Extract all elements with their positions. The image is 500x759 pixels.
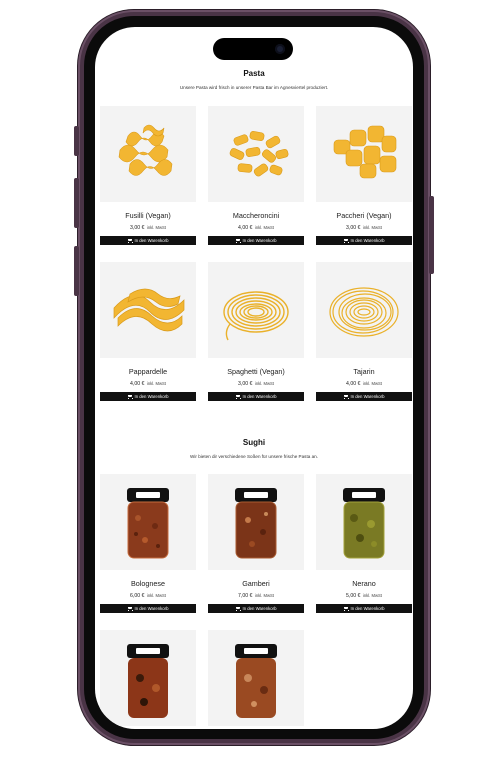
power-button [429,196,434,274]
product-card-paccheri[interactable]: Paccheri (Vegan) 3,00 € inkl. MwSt In de… [316,106,412,245]
add-to-cart-button[interactable]: In den Warenkorb [208,604,304,613]
product-card-spaghetti[interactable]: Spaghetti (Vegan) 3,00 € inkl. MwSt In d… [208,262,304,401]
gamberi-jar-image[interactable] [208,474,304,570]
product-name[interactable]: Maccheroncini [208,211,304,221]
product-card-fusilli[interactable]: Fusilli (Vegan) 3,00 € inkl. MwSt In den… [100,106,196,245]
product-name[interactable]: Paccheri (Vegan) [316,211,412,221]
dynamic-island [213,38,293,60]
add-to-cart-button[interactable]: In den Warenkorb [208,392,304,401]
add-to-cart-button[interactable]: In den Warenkorb [316,392,412,401]
spaghetti-image[interactable] [208,262,304,358]
product-name[interactable]: Fusilli (Vegan) [100,211,196,221]
product-card-nerano[interactable]: Nerano 5,00 € inkl. MwSt In den Warenkor… [316,474,412,613]
paccheri-image[interactable] [316,106,412,202]
product-price: 4,00 € inkl. MwSt [346,381,382,387]
add-to-cart-button[interactable]: In den Warenkorb [100,604,196,613]
volume-down-button [74,246,79,296]
product-price: 5,00 € inkl. MwSt [346,593,382,599]
cart-icon [343,238,349,243]
pappardelle-image[interactable] [100,262,196,358]
product-price: 3,00 € inkl. MwSt [130,225,166,231]
product-price: 6,00 € inkl. MwSt [130,593,166,599]
product-price: 3,00 € inkl. MwSt [238,381,274,387]
pasta-section-title: Pasta [243,69,265,78]
product-price: 4,00 € inkl. MwSt [130,381,166,387]
product-name[interactable]: Gamberi [208,579,304,589]
product-name[interactable]: Tajarin [316,367,412,377]
nerano-jar-image[interactable] [316,474,412,570]
product-card-sauce-5[interactable] [208,630,304,726]
mute-switch [74,126,79,156]
product-card-sauce-4[interactable] [100,630,196,726]
cart-icon [343,394,349,399]
product-price: 3,00 € inkl. MwSt [346,225,382,231]
add-to-cart-button[interactable]: In den Warenkorb [100,236,196,245]
product-card-gamberi[interactable]: Gamberi 7,00 € inkl. MwSt In den Warenko… [208,474,304,613]
volume-up-button [74,178,79,228]
add-to-cart-button[interactable]: In den Warenkorb [316,236,412,245]
add-to-cart-button[interactable]: In den Warenkorb [316,604,412,613]
product-card-maccheroncini[interactable]: Maccheroncini 4,00 € inkl. MwSt In den W… [208,106,304,245]
fusilli-image[interactable] [100,106,196,202]
product-name[interactable]: Pappardelle [100,367,196,377]
product-price: 7,00 € inkl. MwSt [238,593,274,599]
maccheroncini-image[interactable] [208,106,304,202]
sauce-jar-image[interactable] [100,630,196,726]
bolognese-jar-image[interactable] [100,474,196,570]
tajarin-image[interactable] [316,262,412,358]
product-name[interactable]: Spaghetti (Vegan) [208,367,304,377]
add-to-cart-button[interactable]: In den Warenkorb [100,392,196,401]
cart-icon [235,394,241,399]
cart-icon [343,606,349,611]
cart-icon [127,394,133,399]
sauce-jar-image[interactable] [208,630,304,726]
product-card-bolognese[interactable]: Bolognese 6,00 € inkl. MwSt In den Waren… [100,474,196,613]
product-card-pappardelle[interactable]: Pappardelle 4,00 € inkl. MwSt In den War… [100,262,196,401]
add-to-cart-button[interactable]: In den Warenkorb [208,236,304,245]
cart-icon [127,606,133,611]
camera-icon [275,44,285,54]
sughi-section-subtitle: Wir bieten dir verschiedene Soßen für un… [190,454,318,459]
product-price: 4,00 € inkl. MwSt [238,225,274,231]
pasta-section-subtitle: Unsere Pasta wird frisch in unserer Past… [179,85,329,90]
product-name[interactable]: Nerano [316,579,412,589]
product-card-tajarin[interactable]: Tajarin 4,00 € inkl. MwSt In den Warenko… [316,262,412,401]
sughi-section-title: Sughi [242,438,266,447]
cart-icon [235,238,241,243]
phone-screen: Pasta Unsere Pasta wird frisch in unsere… [95,27,413,729]
product-name[interactable]: Bolognese [100,579,196,589]
cart-icon [127,238,133,243]
cart-icon [235,606,241,611]
